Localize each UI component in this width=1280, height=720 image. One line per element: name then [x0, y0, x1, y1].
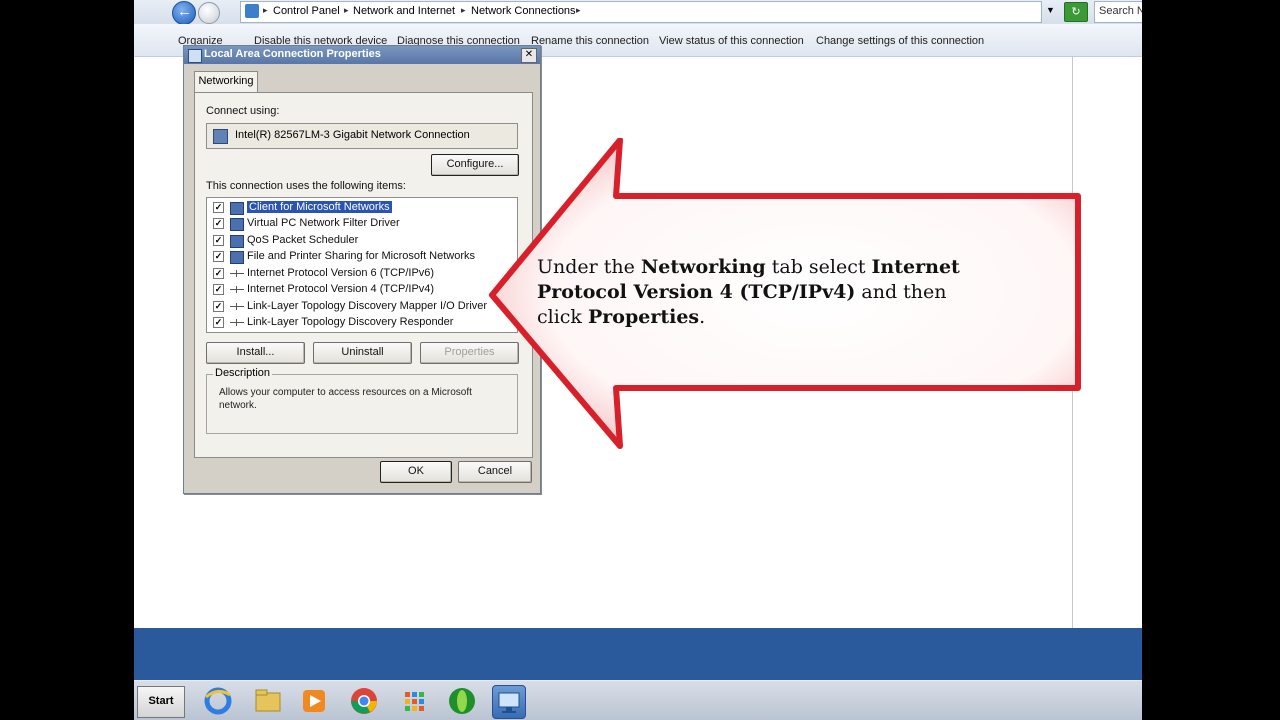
taskbar: Start: [134, 680, 1142, 720]
connect-using-label: Connect using:: [206, 105, 280, 117]
breadcrumb-network-connections[interactable]: Network Connections: [471, 5, 576, 17]
network-service-icon: [230, 251, 244, 264]
list-item[interactable]: ✓ Client for Microsoft Networks: [207, 200, 517, 216]
file-explorer-icon[interactable]: [252, 685, 284, 717]
item-label: Internet Protocol Version 6 (TCP/IPv6): [247, 267, 435, 279]
items-list[interactable]: ✓ Client for Microsoft Networks ✓ Virtua…: [206, 197, 518, 333]
uninstall-button[interactable]: Uninstall: [313, 342, 412, 364]
view-status-button[interactable]: View status of this connection: [659, 35, 804, 47]
ok-button[interactable]: OK: [380, 461, 452, 483]
list-item[interactable]: ✓ File and Printer Sharing for Microsoft…: [207, 249, 517, 265]
green-orb-icon[interactable]: [446, 685, 478, 717]
item-label: QoS Packet Scheduler: [247, 234, 359, 246]
dialog-title: Local Area Connection Properties: [204, 48, 381, 60]
list-item[interactable]: ✓ Internet Protocol Version 6 (TCP/IPv6): [207, 266, 517, 282]
item-label: Client for Microsoft Networks: [246, 200, 393, 214]
change-settings-button[interactable]: Change settings of this connection: [816, 35, 984, 47]
breadcrumb-control-panel[interactable]: Control Panel: [273, 5, 340, 17]
callout-properties: Properties: [588, 306, 700, 328]
forward-button[interactable]: [198, 2, 220, 24]
cancel-button[interactable]: Cancel: [458, 461, 532, 483]
adapter-field: Intel(R) 82567LM-3 Gigabit Network Conne…: [206, 123, 518, 149]
network-client-icon: [230, 202, 244, 215]
media-player-icon[interactable]: [298, 685, 330, 717]
item-checkbox[interactable]: ✓: [213, 268, 224, 279]
separator-icon: ▸: [263, 5, 268, 15]
network-adapter-icon: [213, 129, 228, 144]
search-input[interactable]: Search N: [1094, 1, 1142, 23]
callout-text-part: Under the: [537, 256, 641, 278]
tab-networking[interactable]: Networking: [194, 71, 258, 93]
breadcrumb-network-internet[interactable]: Network and Internet: [353, 5, 455, 17]
network-adapter-icon: [188, 49, 202, 63]
description-title: Description: [213, 367, 273, 379]
internet-explorer-icon[interactable]: [202, 685, 234, 717]
apps-grid-icon[interactable]: [398, 685, 430, 717]
separator-icon: ▸: [461, 5, 466, 15]
network-service-icon: [230, 218, 244, 231]
list-item[interactable]: ✓ Link-Layer Topology Discovery Mapper I…: [207, 299, 517, 315]
protocol-icon: [230, 317, 244, 327]
description-group: Description Allows your computer to acce…: [206, 367, 518, 434]
list-item[interactable]: ✓ Internet Protocol Version 4 (TCP/IPv4): [207, 282, 517, 298]
items-label: This connection uses the following items…: [206, 180, 406, 192]
item-checkbox[interactable]: ✓: [213, 251, 224, 262]
callout-text: Under the Networking tab select Internet…: [537, 255, 977, 330]
dialog-title-bar[interactable]: Local Area Connection Properties ✕: [184, 46, 540, 64]
network-connections-icon[interactable]: [492, 685, 526, 719]
item-label: Link-Layer Topology Discovery Responder: [247, 316, 454, 328]
item-checkbox[interactable]: ✓: [213, 317, 224, 328]
back-button[interactable]: [172, 1, 196, 25]
address-dropdown-icon[interactable]: ▼: [1046, 5, 1055, 15]
item-label: Internet Protocol Version 4 (TCP/IPv4): [247, 283, 435, 295]
item-checkbox[interactable]: ✓: [213, 218, 224, 229]
start-button[interactable]: Start: [137, 686, 185, 718]
address-row: ▸ Control Panel ▸ Network and Internet ▸…: [134, 0, 1142, 25]
item-label: File and Printer Sharing for Microsoft N…: [247, 250, 476, 262]
protocol-icon: [230, 301, 244, 311]
list-item[interactable]: ✓ QoS Packet Scheduler: [207, 233, 517, 249]
callout-text-part: .: [699, 306, 706, 328]
list-item[interactable]: ✓ Virtual PC Network Filter Driver: [207, 216, 517, 232]
separator-icon: ▸: [576, 5, 581, 15]
protocol-icon: [230, 268, 244, 278]
chrome-icon[interactable]: [348, 685, 380, 717]
control-panel-icon: [245, 4, 259, 18]
callout-text-part: tab select: [765, 256, 872, 278]
breadcrumb[interactable]: ▸ Control Panel ▸ Network and Internet ▸…: [240, 1, 1042, 23]
item-checkbox[interactable]: ✓: [213, 235, 224, 246]
close-button[interactable]: ✕: [521, 48, 537, 63]
description-text: Allows your computer to access resources…: [219, 387, 472, 411]
item-checkbox[interactable]: ✓: [213, 202, 224, 213]
callout-networking: Networking: [640, 256, 766, 278]
refresh-button[interactable]: ↻: [1064, 2, 1088, 22]
networking-panel: Connect using: Intel(R) 82567LM-3 Gigabi…: [194, 92, 533, 458]
separator-icon: ▸: [344, 5, 349, 15]
item-checkbox[interactable]: ✓: [213, 284, 224, 295]
item-label: Virtual PC Network Filter Driver: [247, 217, 400, 229]
network-service-icon: [230, 235, 244, 248]
item-label: Link-Layer Topology Discovery Mapper I/O…: [247, 300, 488, 312]
adapter-name: Intel(R) 82567LM-3 Gigabit Network Conne…: [235, 129, 470, 141]
rename-button[interactable]: Rename this connection: [531, 35, 649, 47]
protocol-icon: [230, 284, 244, 294]
list-item[interactable]: ✓ Link-Layer Topology Discovery Responde…: [207, 315, 517, 331]
install-button[interactable]: Install...: [206, 342, 305, 364]
item-checkbox[interactable]: ✓: [213, 301, 224, 312]
